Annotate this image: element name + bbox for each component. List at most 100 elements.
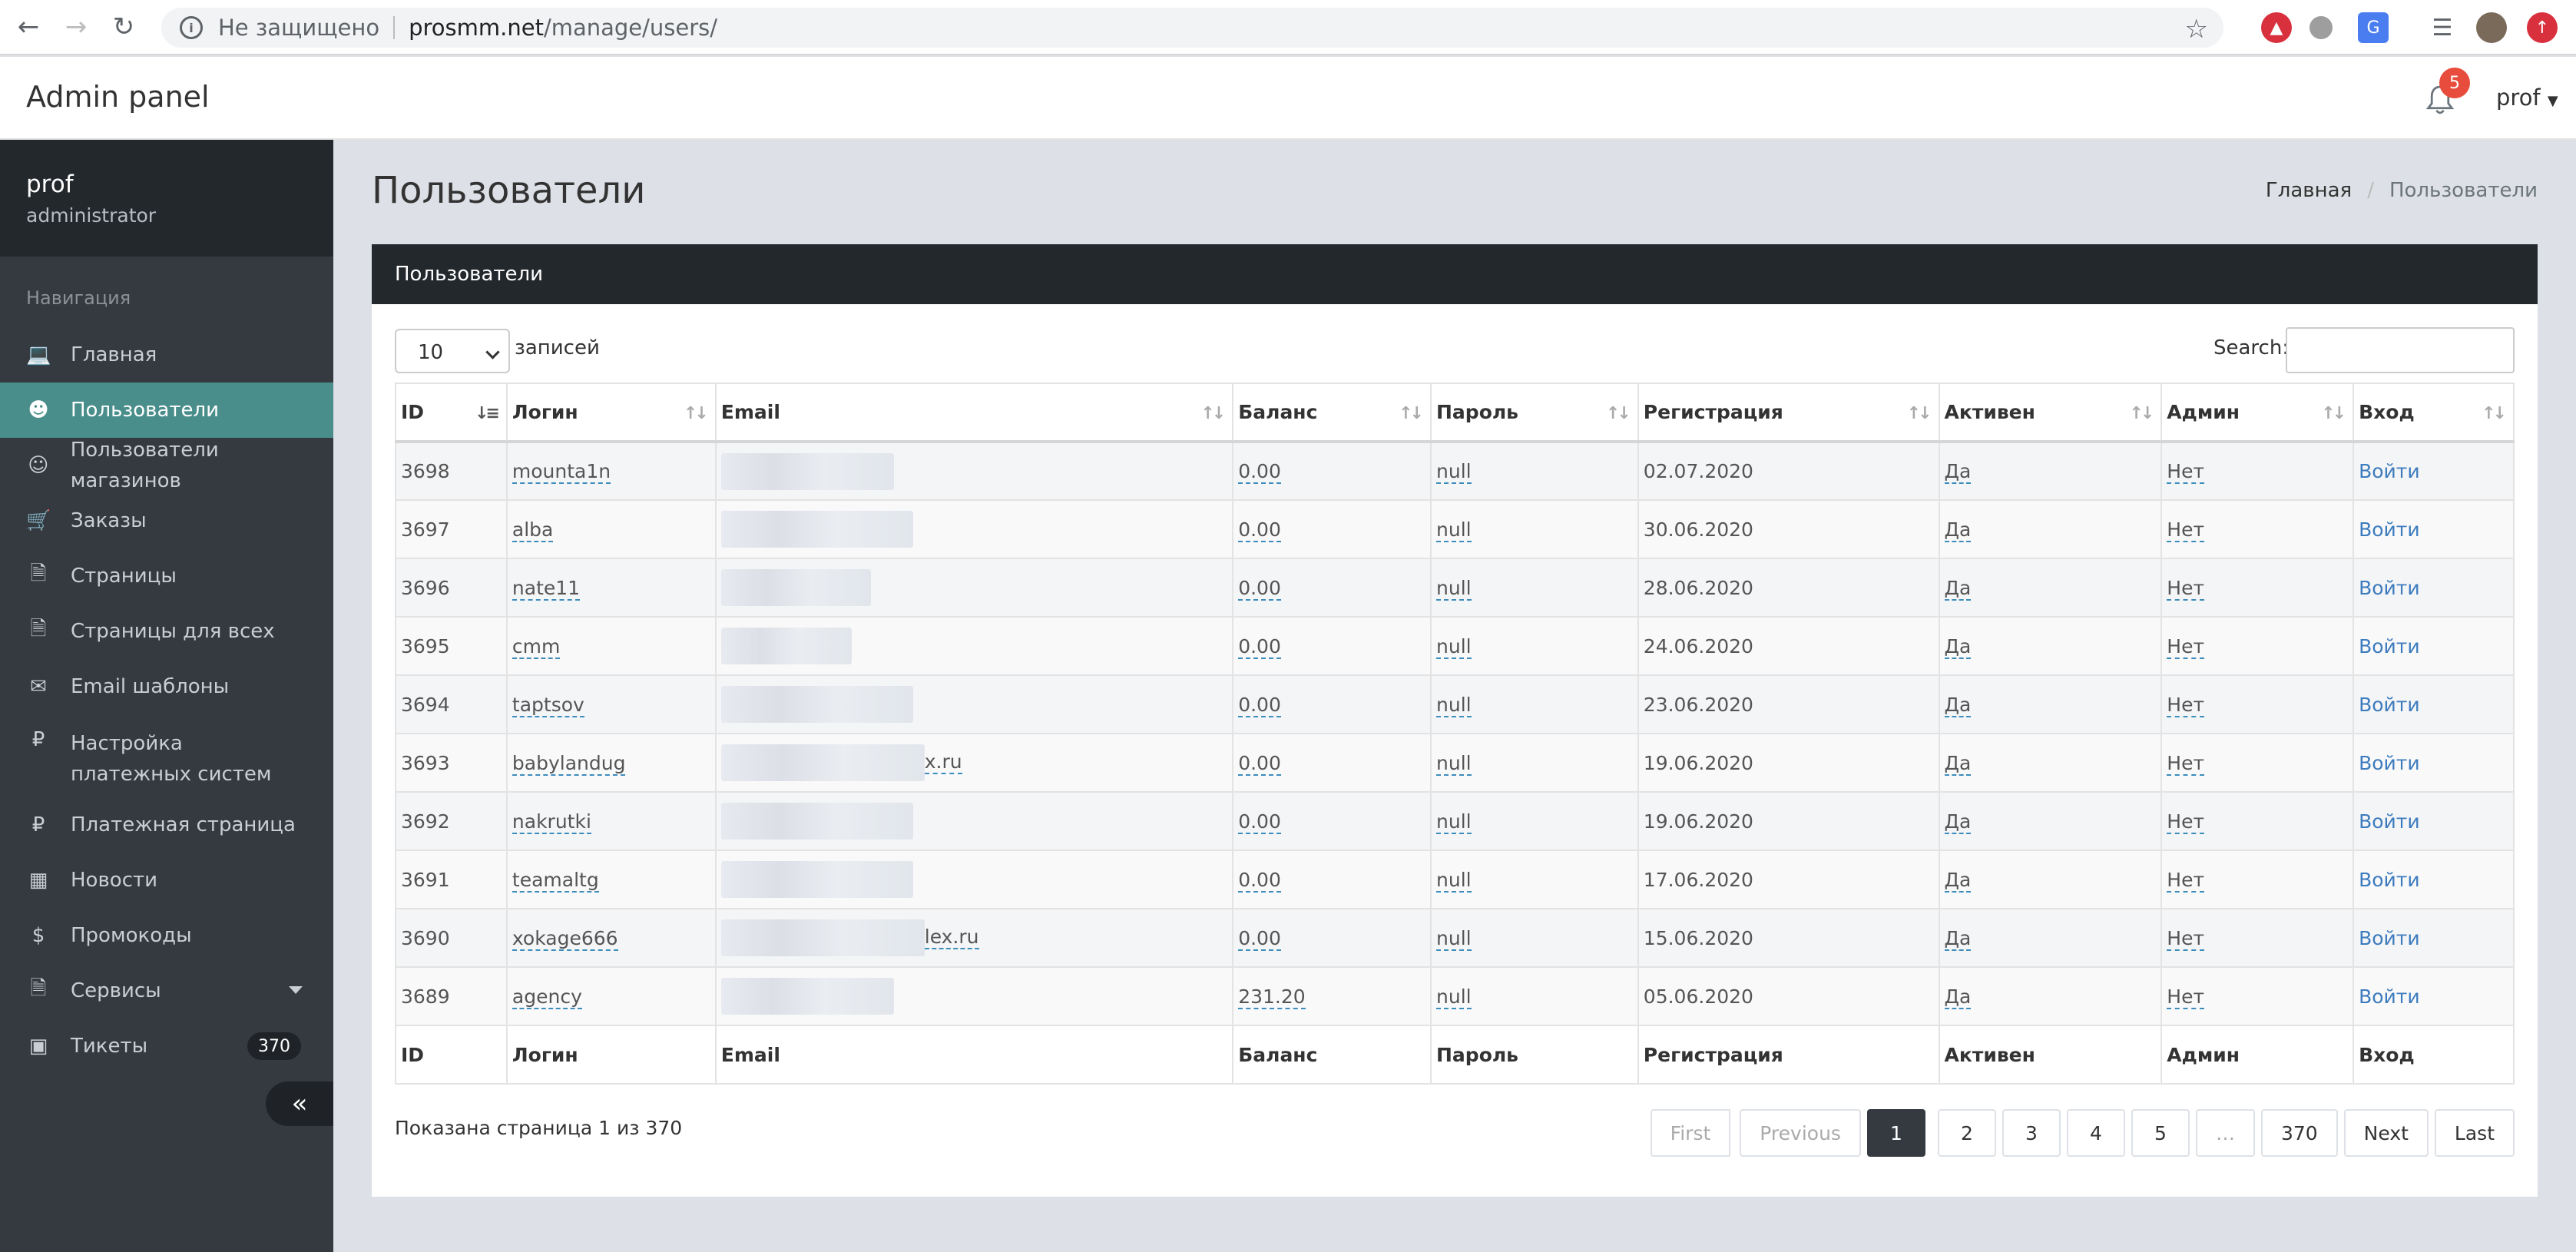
- sidebar-item-promocodes[interactable]: $ Промокоды: [0, 908, 333, 963]
- cell-login[interactable]: xokage666: [505, 908, 717, 968]
- cell-login[interactable]: nate11: [505, 558, 717, 618]
- cell-balance[interactable]: 0.00: [1232, 850, 1432, 909]
- password-editable[interactable]: null: [1436, 576, 1472, 601]
- cell-admin[interactable]: Нет: [2160, 558, 2355, 618]
- cell-balance[interactable]: 0.00: [1232, 674, 1432, 734]
- cell-admin[interactable]: Нет: [2160, 966, 2355, 1026]
- admin-toggle[interactable]: Нет: [2167, 576, 2205, 601]
- cell-admin[interactable]: Нет: [2160, 908, 2355, 968]
- login-as-link[interactable]: Войти: [2359, 927, 2420, 949]
- balance-editable[interactable]: 0.00: [1238, 518, 1281, 542]
- active-toggle[interactable]: Да: [1944, 693, 1972, 717]
- page-length-select[interactable]: 10: [395, 329, 510, 373]
- active-toggle[interactable]: Да: [1944, 576, 1972, 601]
- active-toggle[interactable]: Да: [1944, 926, 1972, 951]
- active-toggle[interactable]: Да: [1944, 460, 1972, 484]
- reload-icon[interactable]: ↻: [104, 8, 143, 46]
- bookmark-star-icon[interactable]: ☆: [2185, 14, 2208, 45]
- active-toggle[interactable]: Да: [1944, 518, 1972, 542]
- cell-active[interactable]: Да: [1938, 733, 2163, 793]
- cell-balance[interactable]: 0.00: [1232, 616, 1432, 676]
- pagination-page-1[interactable]: 1: [1866, 1109, 1925, 1157]
- balance-editable[interactable]: 0.00: [1238, 576, 1281, 601]
- extension-media-icon[interactable]: ☰: [2427, 12, 2458, 43]
- login-editable[interactable]: agency: [512, 985, 582, 1009]
- cell-login[interactable]: taptsov: [505, 674, 717, 734]
- login-editable[interactable]: nakrutki: [512, 810, 591, 834]
- pagination-page-5[interactable]: 5: [2131, 1109, 2190, 1157]
- admin-toggle[interactable]: Нет: [2167, 693, 2205, 717]
- cell-balance[interactable]: 0.00: [1232, 499, 1432, 559]
- admin-toggle[interactable]: Нет: [2167, 751, 2205, 776]
- cell-password[interactable]: null: [1430, 908, 1639, 968]
- cell-password[interactable]: null: [1430, 616, 1639, 676]
- balance-editable[interactable]: 0.00: [1238, 634, 1281, 659]
- cell-balance[interactable]: 0.00: [1232, 733, 1432, 793]
- extension-translate-icon[interactable]: G: [2358, 12, 2389, 43]
- column-header-login[interactable]: Логин ↑↓: [505, 383, 717, 443]
- login-as-link[interactable]: Войти: [2359, 985, 2420, 1008]
- password-editable[interactable]: null: [1436, 460, 1472, 484]
- cell-password[interactable]: null: [1430, 441, 1639, 501]
- cell-active[interactable]: Да: [1938, 441, 2163, 501]
- login-editable[interactable]: nate11: [512, 576, 581, 601]
- cell-active[interactable]: Да: [1938, 558, 2163, 618]
- login-as-link[interactable]: Войти: [2359, 752, 2420, 774]
- sidebar-item-news[interactable]: ▦ Новости: [0, 853, 333, 908]
- cell-admin[interactable]: Нет: [2160, 733, 2355, 793]
- cell-active[interactable]: Да: [1938, 966, 2163, 1026]
- password-editable[interactable]: null: [1436, 751, 1472, 776]
- balance-editable[interactable]: 0.00: [1238, 868, 1281, 893]
- login-as-link[interactable]: Войти: [2359, 694, 2420, 716]
- login-editable[interactable]: xokage666: [512, 926, 618, 951]
- password-editable[interactable]: null: [1436, 926, 1472, 951]
- sidebar-item-payment-settings[interactable]: ₽ Настройка платежных систем: [0, 714, 333, 797]
- login-as-link[interactable]: Войти: [2359, 635, 2420, 657]
- pagination-page-last[interactable]: 370: [2260, 1109, 2338, 1157]
- admin-toggle[interactable]: Нет: [2167, 810, 2205, 834]
- active-toggle[interactable]: Да: [1944, 751, 1972, 776]
- password-editable[interactable]: null: [1436, 810, 1472, 834]
- column-header-password[interactable]: Пароль ↑↓: [1430, 383, 1639, 443]
- pagination-last[interactable]: Last: [2434, 1109, 2515, 1157]
- cell-login[interactable]: cmm: [505, 616, 717, 676]
- sidebar-item-shop-users[interactable]: ☺ Пользователи магазинов: [0, 438, 333, 493]
- column-header-admin[interactable]: Админ ↑↓: [2160, 383, 2355, 443]
- cell-password[interactable]: null: [1430, 733, 1639, 793]
- sidebar-item-orders[interactable]: 🛒 Заказы: [0, 493, 333, 548]
- login-as-link[interactable]: Войти: [2359, 869, 2420, 891]
- cell-password[interactable]: null: [1430, 674, 1639, 734]
- pagination-page-2[interactable]: 2: [1937, 1109, 1996, 1157]
- login-editable[interactable]: teamaltg: [512, 868, 599, 893]
- admin-toggle[interactable]: Нет: [2167, 518, 2205, 542]
- cell-password[interactable]: null: [1430, 558, 1639, 618]
- email-suffix[interactable]: x.ru: [924, 750, 962, 774]
- login-editable[interactable]: alba: [512, 518, 554, 542]
- active-toggle[interactable]: Да: [1944, 985, 1972, 1009]
- cell-admin[interactable]: Нет: [2160, 499, 2355, 559]
- login-as-link[interactable]: Войти: [2359, 810, 2420, 833]
- balance-editable[interactable]: 0.00: [1238, 460, 1281, 484]
- pagination-next[interactable]: Next: [2343, 1109, 2429, 1157]
- cell-login[interactable]: babylandug: [505, 733, 717, 793]
- balance-editable[interactable]: 0.00: [1238, 693, 1281, 717]
- cell-password[interactable]: null: [1430, 850, 1639, 909]
- admin-toggle[interactable]: Нет: [2167, 926, 2205, 951]
- login-as-link[interactable]: Войти: [2359, 518, 2420, 541]
- cell-password[interactable]: null: [1430, 791, 1639, 851]
- cell-balance[interactable]: 0.00: [1232, 441, 1432, 501]
- cell-active[interactable]: Да: [1938, 674, 2163, 734]
- cell-active[interactable]: Да: [1938, 908, 2163, 968]
- balance-editable[interactable]: 0.00: [1238, 810, 1281, 834]
- login-editable[interactable]: mounta1n: [512, 460, 611, 484]
- back-icon[interactable]: ←: [9, 8, 48, 46]
- cell-admin[interactable]: Нет: [2160, 441, 2355, 501]
- sidebar-item-public-pages[interactable]: 🗎 Страницы для всех: [0, 604, 333, 659]
- login-editable[interactable]: taptsov: [512, 693, 584, 717]
- cell-balance[interactable]: 0.00: [1232, 558, 1432, 618]
- password-editable[interactable]: null: [1436, 868, 1472, 893]
- email-suffix[interactable]: lex.ru: [924, 926, 979, 949]
- password-editable[interactable]: null: [1436, 634, 1472, 659]
- pagination-page-4[interactable]: 4: [2066, 1109, 2125, 1157]
- column-header-id[interactable]: ID ↓≡: [395, 383, 508, 443]
